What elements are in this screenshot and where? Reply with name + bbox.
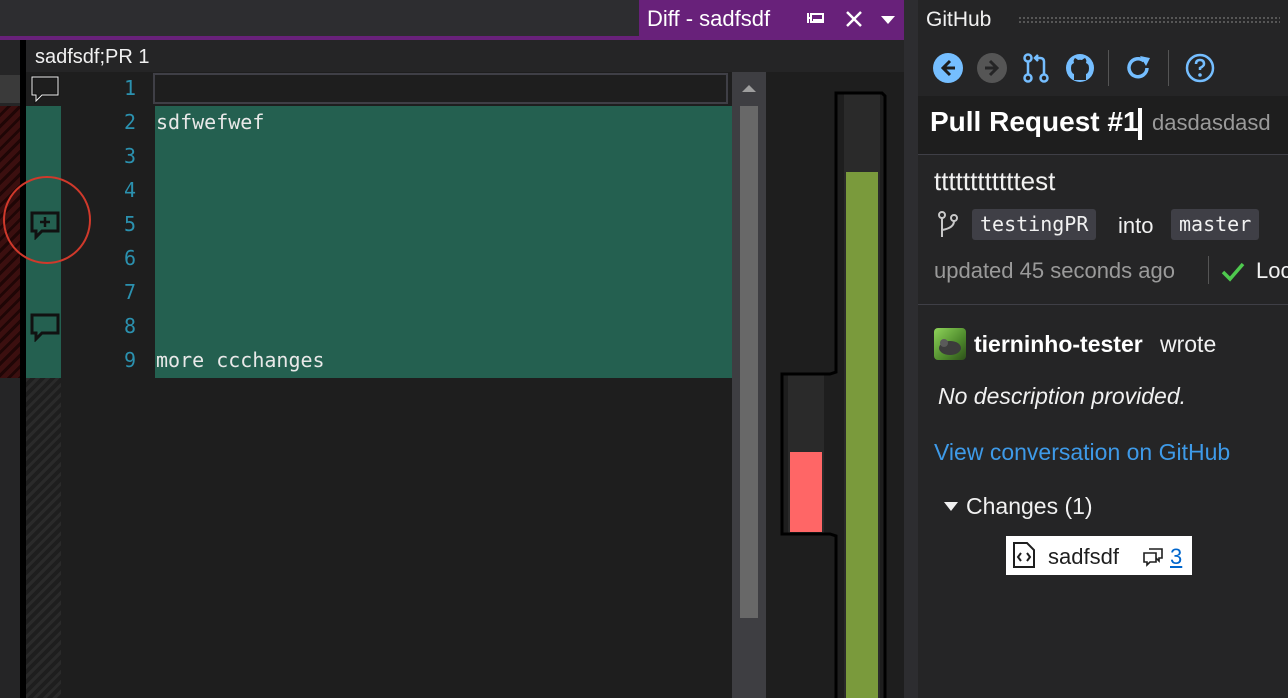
pr-name: ttttttttttttest xyxy=(934,166,1056,196)
comment-icon[interactable] xyxy=(29,312,61,342)
pr-description: No description provided. xyxy=(938,383,1187,409)
changes-header[interactable]: Changes (1) xyxy=(966,493,1093,520)
diff-tab-title: Diff - sadfsdf xyxy=(647,6,771,31)
pr-header: Pull Request #1 dasdasdasd xyxy=(918,96,1288,155)
checkmark-icon xyxy=(1221,262,1245,282)
avatar xyxy=(934,328,966,360)
scrollbar-thumb[interactable] xyxy=(740,106,758,618)
target-branch-badge[interactable]: master xyxy=(1171,209,1260,240)
panel-title: GitHub xyxy=(926,8,992,31)
help-icon[interactable] xyxy=(1184,52,1216,84)
checkout-status[interactable]: Loc xyxy=(1256,258,1288,284)
branch-icon xyxy=(938,211,958,237)
line-number: 3 xyxy=(123,144,136,168)
changed-file-item[interactable]: sadfsdf 3 xyxy=(1006,536,1192,575)
wrote-label: wrote xyxy=(1160,331,1217,357)
github-toolbar xyxy=(918,40,1288,96)
chevron-down-icon[interactable] xyxy=(878,10,898,30)
diff-overview-graphic xyxy=(780,91,887,698)
current-line-highlight[interactable] xyxy=(153,73,728,104)
code-file-icon xyxy=(1013,542,1035,568)
view-on-github-link[interactable]: View conversation on GitHub xyxy=(934,439,1230,466)
line-number: 5 xyxy=(123,212,136,236)
github-icon[interactable] xyxy=(1064,52,1096,84)
line-number: 7 xyxy=(123,280,136,304)
added-lines-region[interactable] xyxy=(155,106,732,378)
updated-timestamp: updated 45 seconds ago xyxy=(934,258,1175,283)
repo-name[interactable]: dasdasdasd xyxy=(1152,110,1271,136)
pr-title[interactable]: Pull Request #1 xyxy=(930,106,1139,138)
toolbar-separator xyxy=(1168,50,1169,86)
pull-request-icon[interactable] xyxy=(1020,52,1052,84)
line-number: 2 xyxy=(123,110,136,134)
changed-file-name[interactable]: sadfsdf xyxy=(1048,544,1119,570)
editor-header: sadfsdf;PR 1 xyxy=(0,40,904,72)
comment-icon[interactable] xyxy=(29,74,61,104)
status-separator xyxy=(1208,256,1209,284)
pane-separator[interactable] xyxy=(904,0,918,698)
left-pane-current-line xyxy=(0,75,20,103)
refresh-icon[interactable] xyxy=(1122,52,1154,84)
source-branch-badge[interactable]: testingPR xyxy=(972,209,1097,240)
pin-icon[interactable] xyxy=(805,9,827,29)
code-line[interactable]: sdfwefwef xyxy=(156,110,264,134)
add-comment-highlight xyxy=(3,176,91,264)
back-icon[interactable] xyxy=(932,52,964,84)
comment-count-icon xyxy=(1143,548,1163,567)
author-name[interactable]: tierninho-tester xyxy=(974,331,1143,358)
section-divider xyxy=(918,304,1288,305)
pr-title-separator xyxy=(1138,108,1142,140)
panel-title-grip[interactable] xyxy=(1018,16,1280,24)
line-number: 9 xyxy=(123,348,136,372)
line-number: 4 xyxy=(123,178,136,202)
expand-caret-icon[interactable] xyxy=(944,502,958,512)
github-panel: GitHub Pull Request #1 dasdasdasd tttttt… xyxy=(918,0,1288,698)
glyph-margin-empty xyxy=(26,378,61,698)
avatar-image-icon xyxy=(939,339,961,355)
comment-count-link[interactable]: 3 xyxy=(1170,544,1182,570)
scroll-up-arrow-icon[interactable] xyxy=(740,82,758,94)
toolbar-separator xyxy=(1108,50,1109,86)
into-label: into xyxy=(1118,213,1154,238)
file-label: sadfsdf;PR 1 xyxy=(35,46,150,68)
line-number: 8 xyxy=(123,314,136,338)
forward-icon[interactable] xyxy=(976,52,1008,84)
line-number: 1 xyxy=(123,76,136,100)
line-number: 6 xyxy=(123,246,136,270)
diff-tab[interactable]: Diff - sadfsdf xyxy=(639,0,904,38)
code-line[interactable]: more ccchanges xyxy=(156,348,325,372)
close-icon[interactable] xyxy=(843,8,865,30)
